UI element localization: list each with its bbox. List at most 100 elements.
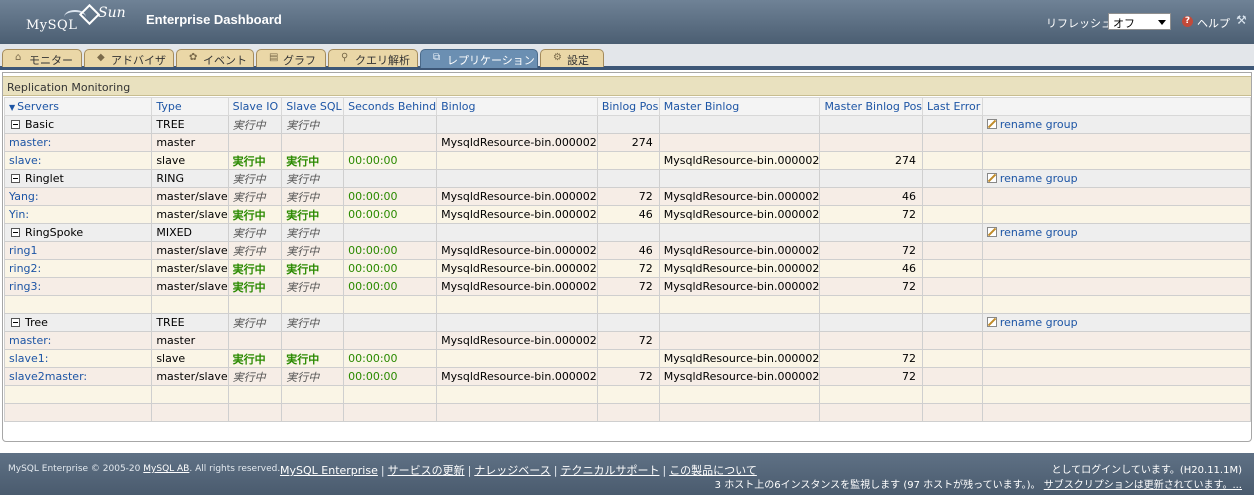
mysql-ab-link[interactable]: MySQL AB: [143, 464, 189, 474]
collapse-icon[interactable]: [11, 174, 20, 183]
group-name[interactable]: RingSpoke: [9, 226, 83, 239]
tab-query[interactable]: ⚲ クエリ解析: [328, 49, 418, 67]
server-name[interactable]: slave2master:: [3, 367, 153, 386]
server-name[interactable]: [3, 295, 153, 314]
tab-replication[interactable]: ⧉ レプリケーション: [420, 49, 538, 68]
edit-icon[interactable]: [986, 119, 997, 129]
binlog: MysqldResource-bin.000002: [436, 277, 598, 296]
refresh-select-value: オフ: [1113, 17, 1135, 30]
table-row[interactable]: slave: slave 実行中 実行中 00:00:00 MysqldResource-…: [3, 151, 1252, 170]
master-binlog-pos: 46: [819, 187, 924, 206]
footer-link[interactable]: テクニカルサポート: [560, 464, 659, 477]
column-header[interactable]: ▼ Servers: [3, 97, 153, 116]
server-name[interactable]: slave1:: [3, 349, 153, 368]
refresh-select[interactable]: オフ: [1108, 13, 1171, 30]
seconds-behind: [343, 133, 438, 152]
table-row[interactable]: master: master MysqldResource-bin.000002 72: [3, 331, 1252, 350]
column-header[interactable]: Last Error: [922, 97, 983, 116]
rename-group-link[interactable]: rename group: [1000, 316, 1078, 329]
edit-icon[interactable]: [986, 317, 997, 327]
column-header[interactable]: Binlog Pos: [596, 97, 660, 116]
column-header[interactable]: Slave IO: [227, 97, 283, 116]
empty-cell: [596, 313, 660, 332]
table-row[interactable]: ring2: master/slave 実行中 実行中 00:00:00 MysqldRe…: [3, 259, 1252, 278]
server-name[interactable]: ring2:: [3, 259, 153, 278]
column-header[interactable]: Master Binlog Pos: [819, 97, 924, 116]
last-error: [922, 187, 983, 206]
slave-sql-status: 実行中: [281, 259, 345, 278]
tab-gear[interactable]: ⚙ 設定: [540, 49, 604, 67]
last-error: [922, 133, 983, 152]
help-icon[interactable]: ?: [1182, 16, 1193, 27]
wrench-icon[interactable]: ⚒: [1236, 13, 1247, 27]
group-name[interactable]: Basic: [9, 118, 54, 131]
empty-cell: [343, 313, 438, 332]
table-row[interactable]: master: master MysqldResource-bin.000002 27…: [3, 133, 1252, 152]
group-slave-io: 実行中: [227, 313, 283, 332]
column-header[interactable]: Master Binlog: [658, 97, 821, 116]
tab-home[interactable]: ⌂ モニター: [2, 49, 82, 67]
column-header-label: Binlog: [441, 100, 476, 113]
group-slave-sql: 実行中: [281, 223, 345, 242]
group-name[interactable]: Ringlet: [9, 172, 64, 185]
server-name[interactable]: master:: [3, 133, 153, 152]
table-row[interactable]: slave2master: master/slave 実行中 実行中 00:00:00 M…: [3, 367, 1252, 386]
table-row[interactable]: Yin: master/slave 実行中 実行中 00:00:00 MysqldReso…: [3, 205, 1252, 224]
group-name-cell: Ringlet: [3, 169, 153, 188]
server-name[interactable]: ring3:: [3, 277, 153, 296]
column-header[interactable]: Slave SQL: [281, 97, 345, 116]
server-name[interactable]: Yin:: [3, 205, 153, 224]
column-header[interactable]: Binlog: [436, 97, 598, 116]
rename-group-link[interactable]: rename group: [1000, 118, 1078, 131]
binlog: [436, 295, 598, 314]
footer-link[interactable]: MySQL Enterprise: [280, 464, 378, 477]
empty-cell: [981, 133, 1252, 152]
empty-row: [3, 385, 1252, 404]
table-row[interactable]: ring1 master/slave 実行中 実行中 00:00:00 MysqldRes…: [3, 241, 1252, 260]
table-row[interactable]: ring3: master/slave 実行中 実行中 00:00:00 MysqldRe…: [3, 277, 1252, 296]
server-name[interactable]: master:: [3, 331, 153, 350]
table-row[interactable]: slave1: slave 実行中 実行中 00:00:00 MysqldResource…: [3, 349, 1252, 368]
edit-icon[interactable]: [986, 227, 997, 237]
last-error: [922, 367, 983, 386]
binlog-pos: [596, 151, 660, 170]
server-name[interactable]: Yang:: [3, 187, 153, 206]
tab-graph[interactable]: ▤ グラフ: [256, 49, 326, 67]
slave-sql-status: [281, 295, 345, 314]
server-name[interactable]: slave:: [3, 151, 153, 170]
column-header[interactable]: Type: [151, 97, 229, 116]
group-slave-sql: 実行中: [281, 115, 345, 134]
slave-io-status: [227, 133, 283, 152]
empty-cell: [981, 259, 1252, 278]
slave-io-status: 実行中: [227, 151, 283, 170]
group-name[interactable]: Tree: [9, 316, 48, 329]
table-row[interactable]: [3, 295, 1252, 314]
tab-event[interactable]: ✿ イベント: [176, 49, 254, 67]
help-link[interactable]: ヘルプ: [1197, 15, 1230, 31]
server-name[interactable]: ring1: [3, 241, 153, 260]
group-type: RING: [151, 169, 229, 188]
empty-cell: [922, 115, 983, 134]
column-header[interactable]: Seconds Behind: [343, 97, 438, 116]
binlog-pos: 72: [596, 367, 660, 386]
collapse-icon[interactable]: [11, 228, 20, 237]
footer-link[interactable]: サービスの更新: [388, 464, 465, 477]
collapse-icon[interactable]: [11, 120, 20, 129]
group-row: Ringlet RING 実行中 実行中 rename group: [3, 169, 1252, 188]
rename-group-link[interactable]: rename group: [1000, 172, 1078, 185]
group-slave-io: 実行中: [227, 223, 283, 242]
rename-group-link[interactable]: rename group: [1000, 226, 1078, 239]
subscription-link[interactable]: サブスクリプションは更新されています。...: [1044, 480, 1242, 491]
binlog-pos: [596, 295, 660, 314]
slave-sql-status: 実行中: [281, 241, 345, 260]
sort-icon: ▼: [9, 103, 16, 112]
binlog: MysqldResource-bin.000002: [436, 187, 598, 206]
edit-icon[interactable]: [986, 173, 997, 183]
collapse-icon[interactable]: [11, 318, 20, 327]
footer-link[interactable]: ナレッジベース: [474, 464, 550, 477]
table-row[interactable]: Yang: master/slave 実行中 実行中 00:00:00 MysqldRes…: [3, 187, 1252, 206]
tab-label: アドバイザ: [111, 54, 166, 67]
mysql-sun-logo[interactable]: MySQL Sun: [20, 3, 130, 38]
slave-io-status: 実行中: [227, 241, 283, 260]
tab-shield[interactable]: ◆ アドバイザ: [84, 49, 174, 67]
